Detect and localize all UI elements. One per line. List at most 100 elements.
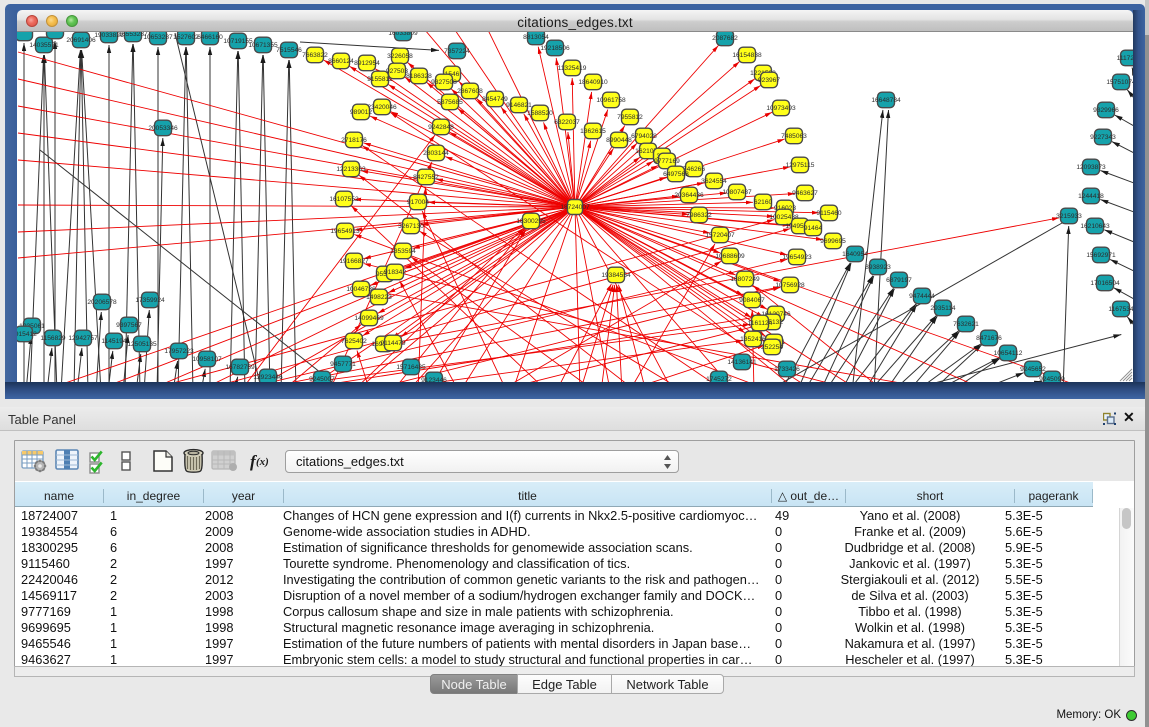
svg-text:9327508: 9327508 xyxy=(431,79,457,86)
svg-text:927503: 927503 xyxy=(386,68,408,75)
svg-text:1640954: 1640954 xyxy=(842,251,868,258)
svg-text:9114479: 9114479 xyxy=(380,340,406,347)
svg-text:7955812: 7955812 xyxy=(617,114,643,121)
svg-text:15716485: 15716485 xyxy=(396,364,426,371)
svg-text:16782759: 16782759 xyxy=(225,364,255,371)
svg-text:17016504: 17016504 xyxy=(1090,280,1120,287)
svg-text:7515546: 7515546 xyxy=(276,47,302,54)
svg-text:8471676: 8471676 xyxy=(976,335,1002,342)
svg-text:8813054: 8813054 xyxy=(523,34,549,41)
svg-text:9123446: 9123446 xyxy=(421,377,447,382)
svg-text:12505135: 12505135 xyxy=(127,341,157,348)
svg-text:8454749: 8454749 xyxy=(482,96,508,103)
svg-text:15720407: 15720407 xyxy=(705,232,735,239)
svg-text:18807249: 18807249 xyxy=(730,276,760,283)
svg-text:18640910: 18640910 xyxy=(578,79,608,86)
svg-text:19654923: 19654923 xyxy=(782,254,812,261)
svg-text:19384554: 19384554 xyxy=(601,272,631,279)
svg-text:8660124: 8660124 xyxy=(328,58,354,65)
svg-text:10958107: 10958107 xyxy=(192,356,222,363)
svg-text:6322037: 6322037 xyxy=(554,119,580,126)
svg-text:20691406: 20691406 xyxy=(66,37,96,44)
svg-text:2935114: 2935114 xyxy=(930,305,956,312)
svg-text:9245007: 9245007 xyxy=(309,376,335,382)
svg-text:17359924: 17359924 xyxy=(135,297,165,304)
svg-text:10671355: 10671355 xyxy=(248,42,278,49)
svg-text:8186328: 8186328 xyxy=(406,73,432,80)
svg-text:8427552: 8427552 xyxy=(413,174,439,181)
svg-text:18724007: 18724007 xyxy=(560,204,590,211)
svg-text:9084067: 9084067 xyxy=(739,297,765,304)
svg-text:20053346: 20053346 xyxy=(148,125,178,132)
svg-text:16210643: 16210643 xyxy=(1080,223,1110,230)
svg-text:10653287: 10653287 xyxy=(143,34,173,41)
svg-text:19218506: 19218506 xyxy=(540,45,570,52)
svg-text:16648784: 16648784 xyxy=(871,97,901,104)
svg-text:12942757: 12942757 xyxy=(68,335,98,342)
svg-text:16154838: 16154838 xyxy=(732,52,762,59)
svg-text:10688609: 10688609 xyxy=(715,253,745,260)
svg-text:2867608: 2867608 xyxy=(457,88,483,95)
svg-text:9474444: 9474444 xyxy=(909,293,935,300)
svg-text:3624554: 3624554 xyxy=(701,178,727,185)
svg-text:12213363: 12213363 xyxy=(336,166,366,173)
svg-text:7357224: 7357224 xyxy=(444,48,470,55)
svg-text:7485063: 7485063 xyxy=(781,133,807,140)
svg-text:(x): (x) xyxy=(256,456,269,468)
svg-text:9699695: 9699695 xyxy=(820,238,846,245)
svg-text:20206578: 20206578 xyxy=(87,299,117,306)
svg-text:1161124: 1161124 xyxy=(748,320,773,327)
svg-text:3915412: 3915412 xyxy=(17,331,37,338)
svg-text:1733426: 1733426 xyxy=(774,366,800,373)
svg-text:1498223: 1498223 xyxy=(366,294,392,301)
svg-text:989012: 989012 xyxy=(350,109,372,116)
svg-text:3226058: 3226058 xyxy=(387,53,413,60)
svg-text:9227343: 9227343 xyxy=(1090,134,1116,141)
svg-text:7632621: 7632621 xyxy=(953,321,979,328)
svg-text:18300295: 18300295 xyxy=(516,218,546,225)
svg-text:19166827: 19166827 xyxy=(339,258,369,265)
svg-text:2803144: 2803144 xyxy=(423,150,449,157)
svg-text:11325419: 11325419 xyxy=(558,65,587,72)
svg-text:6879197: 6879197 xyxy=(886,277,912,284)
svg-text:1353594: 1353594 xyxy=(390,248,416,255)
svg-text:15751074: 15751074 xyxy=(1106,79,1133,86)
svg-text:7986322: 7986322 xyxy=(686,212,712,219)
svg-text:17957223: 17957223 xyxy=(164,348,194,355)
svg-text:62160: 62160 xyxy=(754,199,773,206)
svg-text:9146821: 9146821 xyxy=(506,102,532,109)
svg-text:9245652: 9245652 xyxy=(1020,366,1046,373)
svg-text:6794028: 6794028 xyxy=(631,133,657,140)
svg-text:1352416: 1352416 xyxy=(740,336,766,343)
svg-text:917004: 917004 xyxy=(407,199,429,206)
svg-text:12923446: 12923446 xyxy=(253,374,283,381)
svg-text:14136141: 14136141 xyxy=(727,359,757,366)
svg-text:16107552: 16107552 xyxy=(329,196,359,203)
svg-text:20364436: 20364436 xyxy=(674,192,704,199)
svg-text:9242848: 9242848 xyxy=(428,124,454,131)
svg-text:1145194: 1145194 xyxy=(101,338,127,345)
svg-text:9463627: 9463627 xyxy=(792,190,818,197)
svg-text:10973493: 10973493 xyxy=(766,105,796,112)
svg-text:14099469: 14099469 xyxy=(354,315,384,322)
svg-text:1745272: 1745272 xyxy=(706,376,732,382)
svg-text:1167534: 1167534 xyxy=(1108,306,1133,313)
svg-text:10654112: 10654112 xyxy=(994,350,1023,357)
svg-text:16033809: 16033809 xyxy=(388,32,418,37)
svg-text:10756928: 10756928 xyxy=(775,282,805,289)
svg-text:1362615: 1362615 xyxy=(580,128,606,135)
svg-text:918342: 918342 xyxy=(384,269,406,276)
svg-text:14035571: 14035571 xyxy=(29,42,59,49)
svg-text:3215933: 3215933 xyxy=(1056,213,1082,220)
svg-text:923967: 923967 xyxy=(758,77,780,84)
svg-text:7625402: 7625402 xyxy=(341,338,367,345)
svg-text:19654913: 19654913 xyxy=(330,228,360,235)
svg-text:3267130: 3267130 xyxy=(398,223,424,230)
svg-text:12975115: 12975115 xyxy=(786,162,815,169)
svg-text:8990448: 8990448 xyxy=(606,137,632,144)
svg-text:8938923: 8938923 xyxy=(865,264,891,271)
svg-text:6497568: 6497568 xyxy=(663,171,689,178)
svg-text:6466160: 6466160 xyxy=(197,34,223,41)
svg-text:7663822: 7663822 xyxy=(302,52,328,59)
svg-text:9329966: 9329966 xyxy=(1093,107,1119,114)
